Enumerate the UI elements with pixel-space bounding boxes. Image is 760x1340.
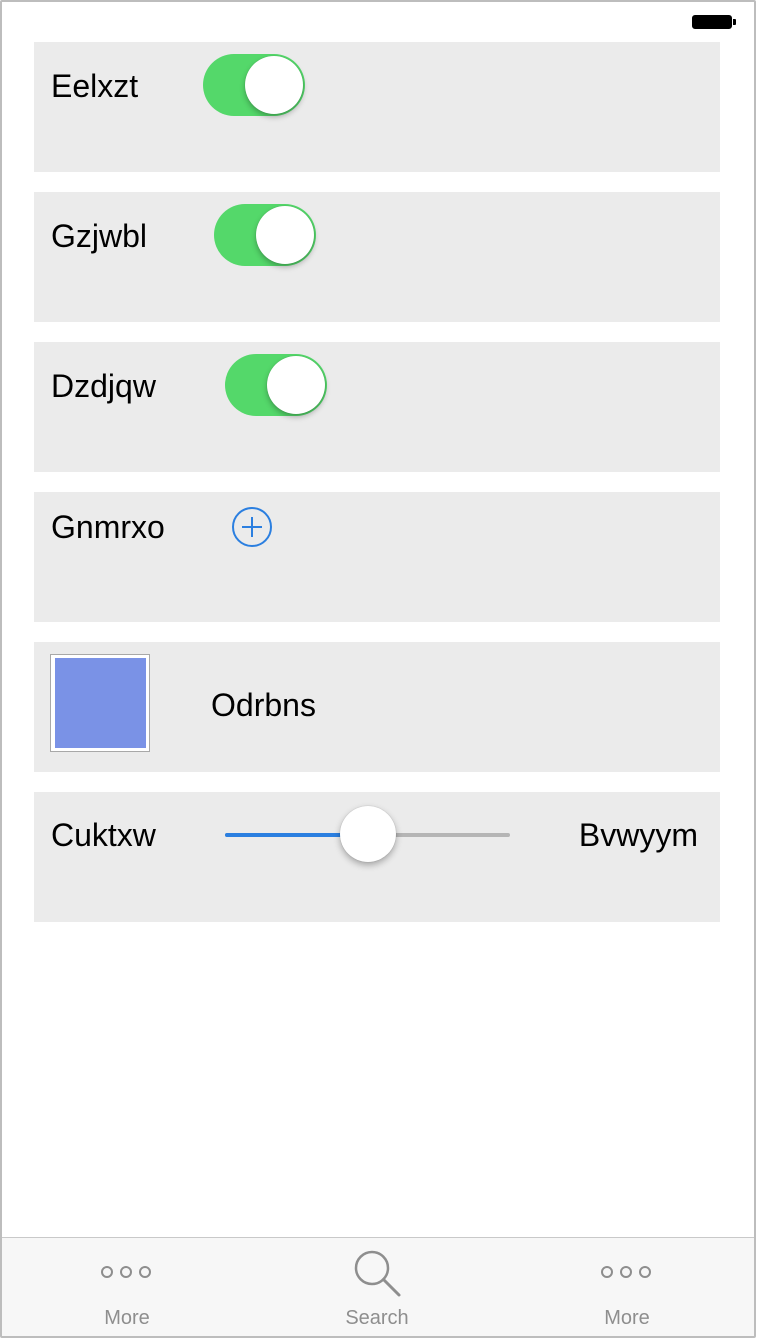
slider-max-label: Bvwyym [578, 817, 698, 853]
toggle-label: Gzjwbl [51, 218, 148, 254]
search-icon [354, 1250, 401, 1297]
add-circle-icon[interactable] [232, 507, 272, 547]
toggle-row-3: Dzdjqw [34, 342, 720, 472]
tab-label: More [604, 1307, 650, 1329]
battery-icon [692, 15, 736, 31]
toggle-row-1: Eelxzt [34, 42, 720, 172]
toggle-label: Eelxzt [51, 68, 139, 104]
more-dots-icon [101, 1266, 151, 1278]
toggle-label: Dzdjqw [51, 368, 156, 404]
tab-more-2[interactable]: More [502, 1238, 752, 1336]
color-swatch[interactable] [50, 654, 150, 752]
slider-row: Cuktxw Bvwyym [34, 792, 720, 922]
more-dots-icon [601, 1266, 651, 1278]
toggle-switch[interactable] [214, 204, 316, 266]
toggle-knob [267, 356, 325, 414]
tab-search[interactable]: Search [252, 1238, 502, 1336]
color-label: Odrbns [211, 687, 316, 723]
screen: Eelxzt Gzjwbl Dzdjqw Gnmrxo Odrbns Cuktx… [0, 0, 756, 1338]
add-row-label: Gnmrxo [51, 509, 165, 545]
tab-more-1[interactable]: More [2, 1238, 252, 1336]
add-row: Gnmrxo [34, 492, 720, 622]
toggle-switch[interactable] [225, 354, 327, 416]
tab-bar: More Search More [2, 1237, 754, 1336]
toggle-row-2: Gzjwbl [34, 192, 720, 322]
toggle-knob [256, 206, 314, 264]
slider-min-label: Cuktxw [51, 817, 156, 853]
slider-thumb[interactable] [339, 806, 396, 862]
slider-track[interactable] [225, 806, 510, 862]
toggle-switch[interactable] [203, 54, 305, 116]
color-row: Odrbns [34, 642, 720, 772]
color-swatch-fill [55, 658, 146, 748]
tab-label: Search [345, 1307, 409, 1329]
tab-label: More [104, 1307, 150, 1329]
toggle-knob [245, 56, 303, 114]
